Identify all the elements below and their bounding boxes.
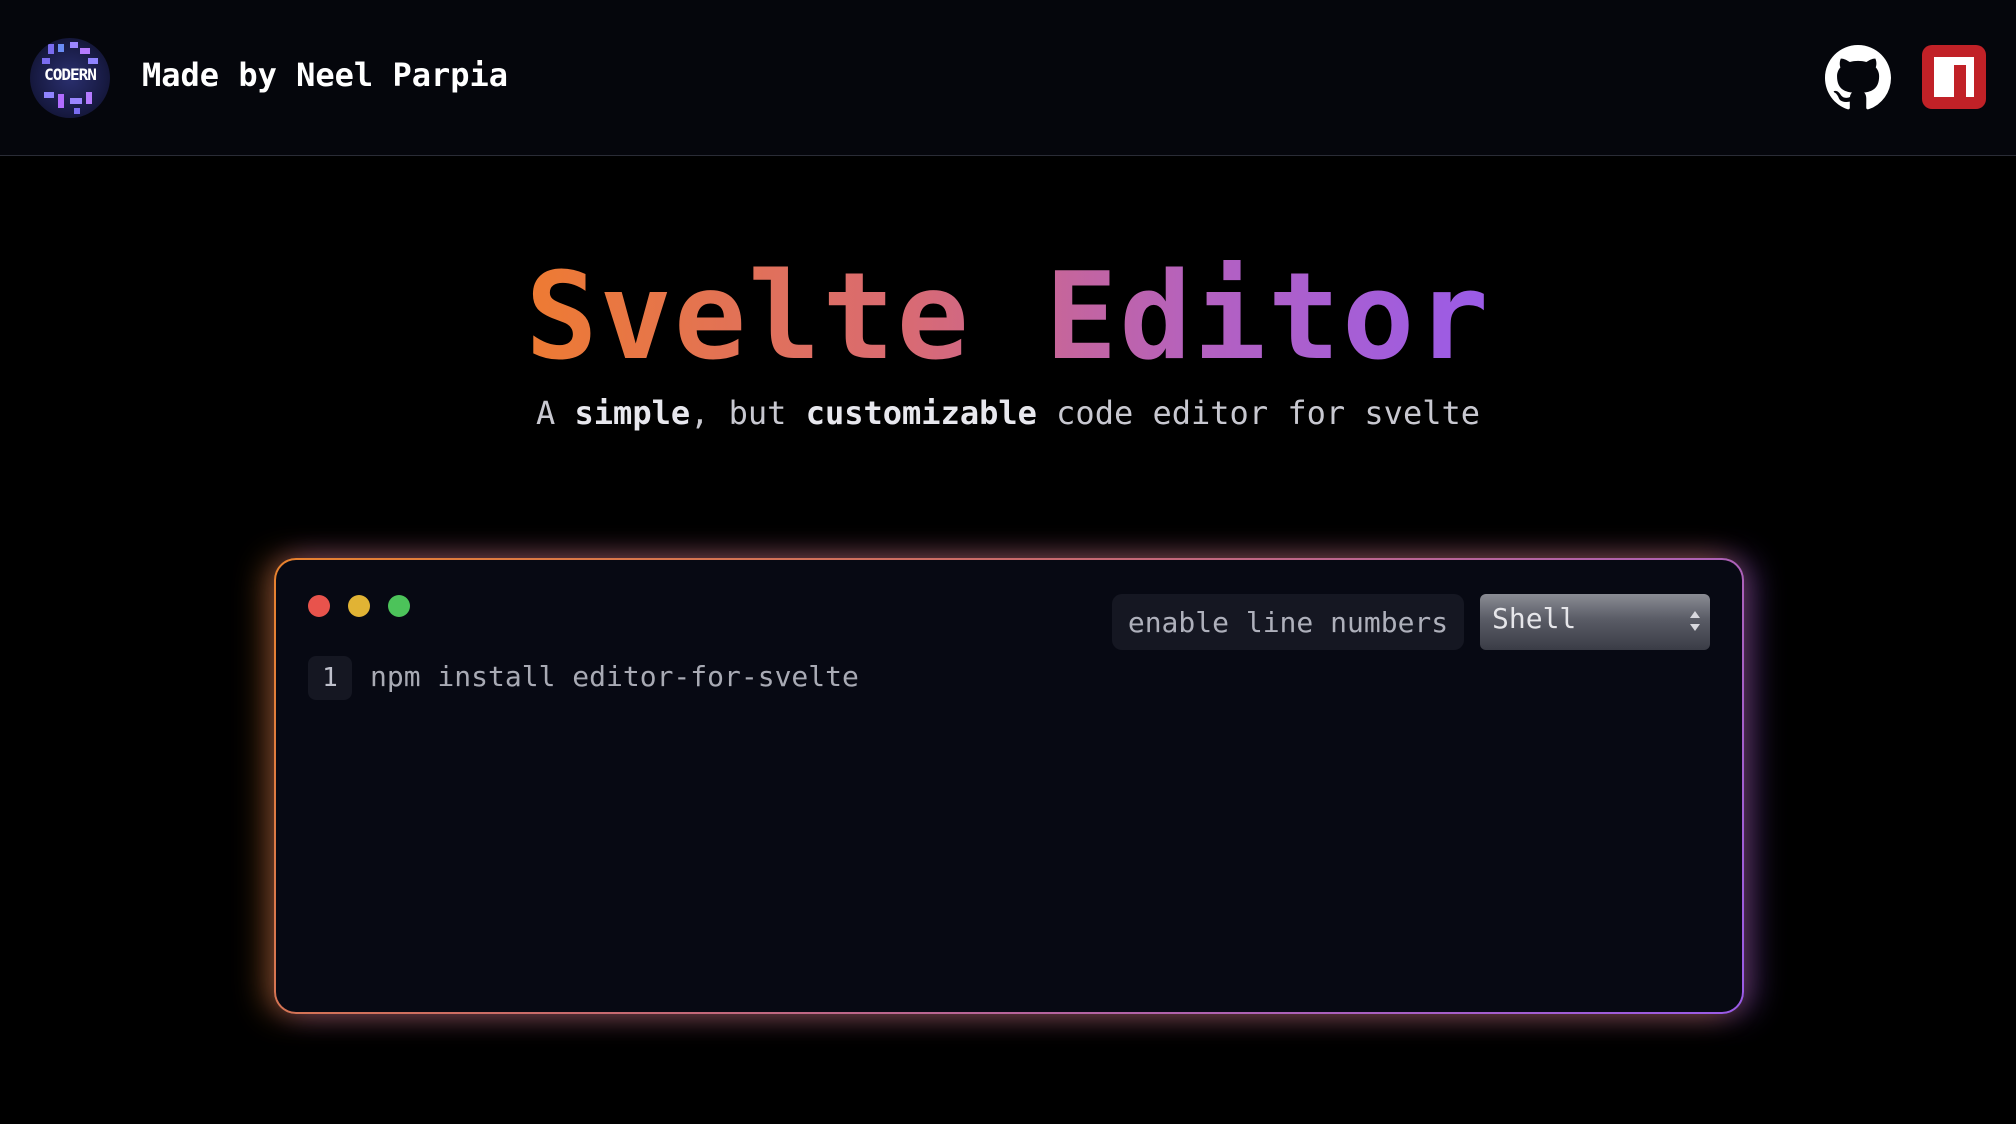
github-icon: [1825, 45, 1891, 110]
select-arrows-icon: [1690, 611, 1700, 631]
subtitle-emphasis-customizable: customizable: [805, 394, 1037, 432]
page-title-text: Svelte Editor: [525, 248, 1491, 387]
code-editor[interactable]: enable line numbers Shell 1 npm install …: [276, 560, 1742, 1012]
subtitle-emphasis-simple: simple: [574, 394, 691, 432]
language-select[interactable]: Shell: [1480, 594, 1710, 650]
language-select-value: Shell: [1492, 602, 1577, 635]
enable-line-numbers-button[interactable]: enable line numbers: [1112, 594, 1464, 650]
logo-text: CODERN: [44, 65, 97, 84]
github-link[interactable]: [1825, 45, 1891, 111]
page-subtitle: A simple, but customizable code editor f…: [0, 394, 2016, 432]
page-title: Svelte Editor: [0, 248, 2016, 388]
npm-link[interactable]: [1922, 45, 1986, 109]
npm-icon: [1934, 57, 1974, 97]
subtitle-part: code editor for svelte: [1036, 394, 1480, 432]
site-header: CODERN Made by Neel Parpia: [0, 0, 2016, 156]
window-minimize-dot: [348, 595, 370, 617]
window-maximize-dot: [388, 595, 410, 617]
author-credit[interactable]: Made by Neel Parpia: [142, 56, 508, 94]
window-close-dot: [308, 595, 330, 617]
line-number: 1: [308, 656, 352, 700]
coder-logo[interactable]: CODERN: [30, 38, 110, 118]
subtitle-part: , but: [690, 394, 806, 432]
subtitle-part: A: [535, 394, 575, 432]
code-editor-frame: enable line numbers Shell 1 npm install …: [274, 558, 1744, 1014]
code-line[interactable]: npm install editor-for-svelte: [370, 660, 859, 693]
